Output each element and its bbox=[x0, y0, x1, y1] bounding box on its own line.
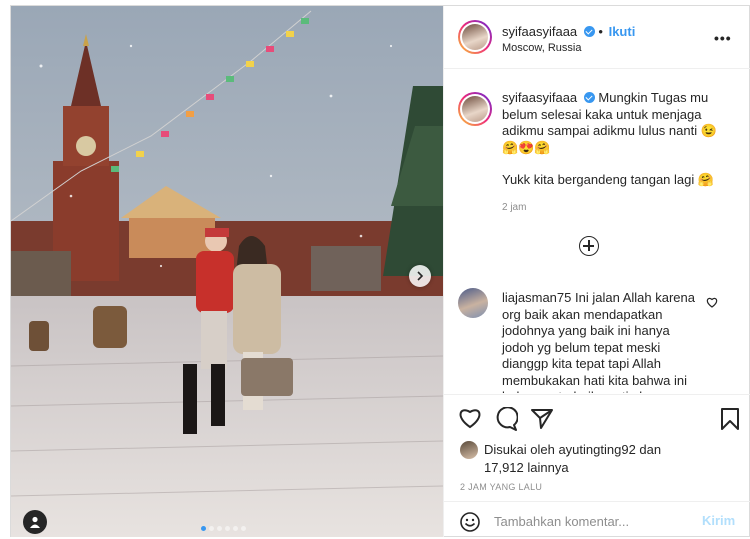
share-icon[interactable] bbox=[530, 407, 554, 431]
comment: liajasman75 Ini jalan Allah karena org b… bbox=[502, 290, 698, 393]
user-tag-icon bbox=[30, 516, 40, 528]
comment-like-heart-icon[interactable] bbox=[706, 297, 718, 308]
caption-text-2: Yukk kita bergandeng tangan lagi 🤗 bbox=[502, 172, 715, 187]
post-timestamp[interactable]: 2 JAM YANG LALU bbox=[460, 482, 542, 492]
likes-count[interactable]: 17,912 bbox=[484, 460, 524, 475]
comment-body: Ini jalan Allah karena org baik akan men… bbox=[502, 290, 695, 393]
verified-badge-icon bbox=[583, 26, 595, 37]
post-side-panel: syifaasyifaaa • Ikuti Moscow, Russia •••… bbox=[443, 6, 750, 537]
heart-icon[interactable] bbox=[458, 407, 482, 429]
header-user-line: syifaasyifaaa • Ikuti bbox=[502, 24, 636, 39]
post-actions: Disukai oleh ayutingting92 dan 17,912 la… bbox=[444, 394, 750, 538]
comments-area: syifaasyifaaa Mungkin Tugas mu belum sel… bbox=[444, 68, 750, 393]
plus-circle-icon[interactable] bbox=[579, 236, 599, 256]
chevron-right-icon bbox=[417, 271, 424, 281]
likes-summary: Disukai oleh ayutingting92 dan 17,912 la… bbox=[484, 441, 734, 477]
comment-avatar[interactable] bbox=[458, 288, 488, 318]
likes-prefix: Disukai oleh bbox=[484, 442, 555, 457]
comment-input[interactable] bbox=[492, 510, 696, 532]
carousel-dot bbox=[241, 526, 246, 531]
verified-badge-icon bbox=[583, 92, 595, 103]
add-comment-bar: Kirim bbox=[444, 501, 750, 539]
caption: syifaasyifaaa Mungkin Tugas mu belum sel… bbox=[502, 90, 732, 189]
comment-username[interactable]: liajasman75 bbox=[502, 290, 571, 305]
post-header: syifaasyifaaa • Ikuti Moscow, Russia ••• bbox=[444, 6, 750, 69]
carousel-dot bbox=[209, 526, 214, 531]
post-photo[interactable] bbox=[11, 6, 443, 537]
caption-username[interactable]: syifaasyifaaa bbox=[502, 90, 577, 105]
carousel-dot bbox=[233, 526, 238, 531]
caption-avatar[interactable] bbox=[458, 92, 492, 126]
more-options-icon[interactable]: ••• bbox=[714, 30, 732, 46]
author-username[interactable]: syifaasyifaaa bbox=[502, 24, 577, 39]
carousel-indicator bbox=[201, 526, 246, 531]
carousel-dot bbox=[217, 526, 222, 531]
follow-button[interactable]: Ikuti bbox=[609, 24, 636, 39]
next-slide-button[interactable] bbox=[409, 265, 431, 287]
send-comment-button[interactable]: Kirim bbox=[702, 513, 735, 528]
user-tag-button[interactable] bbox=[23, 510, 47, 534]
likes-user[interactable]: ayutingting92 bbox=[558, 442, 635, 457]
photo-scene bbox=[11, 6, 443, 537]
carousel-dot bbox=[201, 526, 206, 531]
likes-and: dan bbox=[639, 442, 662, 457]
bookmark-icon[interactable] bbox=[720, 407, 740, 431]
avatar[interactable] bbox=[458, 20, 492, 54]
caption-time: 2 jam bbox=[502, 202, 527, 213]
emoji-icon[interactable] bbox=[460, 512, 480, 532]
likes-suffix[interactable]: lainnya bbox=[527, 460, 568, 475]
instagram-post: syifaasyifaaa • Ikuti Moscow, Russia •••… bbox=[10, 5, 750, 537]
comment-icon[interactable] bbox=[494, 407, 518, 431]
location-link[interactable]: Moscow, Russia bbox=[502, 42, 581, 54]
likes-avatar[interactable] bbox=[460, 441, 478, 459]
carousel-dot bbox=[225, 526, 230, 531]
